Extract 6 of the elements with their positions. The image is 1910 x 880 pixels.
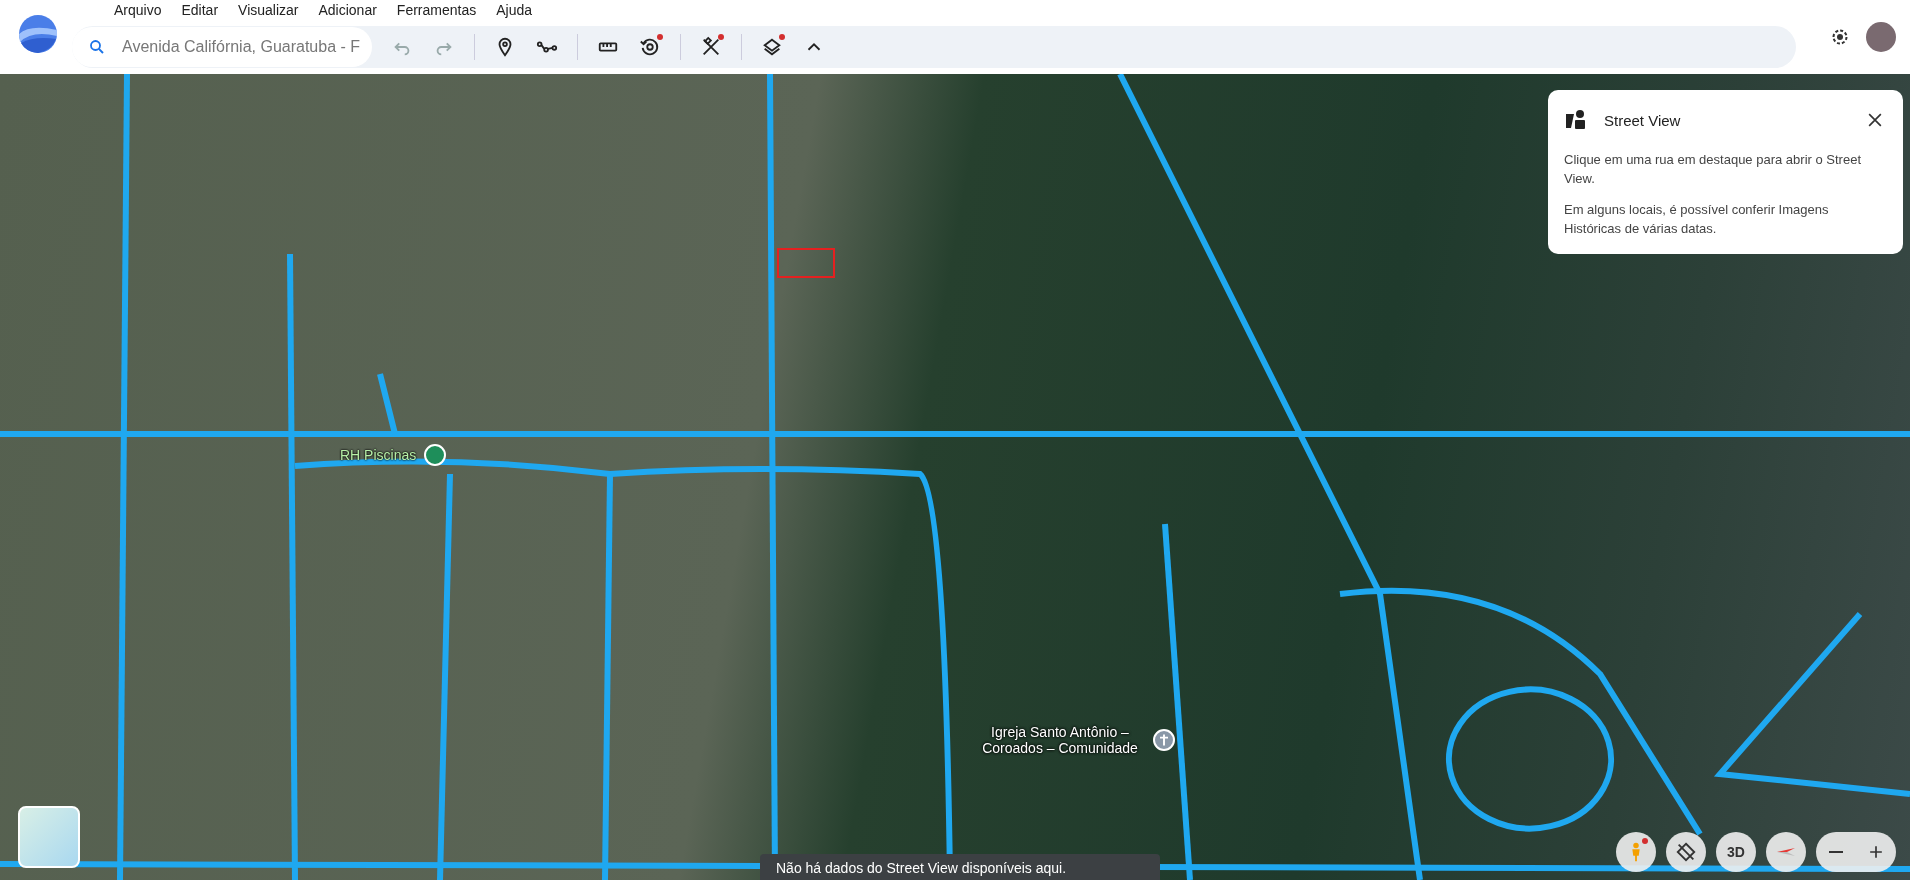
panel-text: Clique em uma rua em destaque para abrir o Street View. — [1564, 151, 1862, 188]
panel-text: Em alguns locais, é possível conferir Imagens Históricas de várias datas. — [1564, 201, 1830, 238]
place-label: Igreja Santo Antônio – Coroados – Comunidade — [981, 724, 1139, 756]
no-data-toast: Não há dados do Street View disponíveis aqui. — [760, 854, 1160, 880]
place-label: RH Piscinas — [340, 447, 417, 463]
panel-title: Street View — [1604, 111, 1682, 129]
